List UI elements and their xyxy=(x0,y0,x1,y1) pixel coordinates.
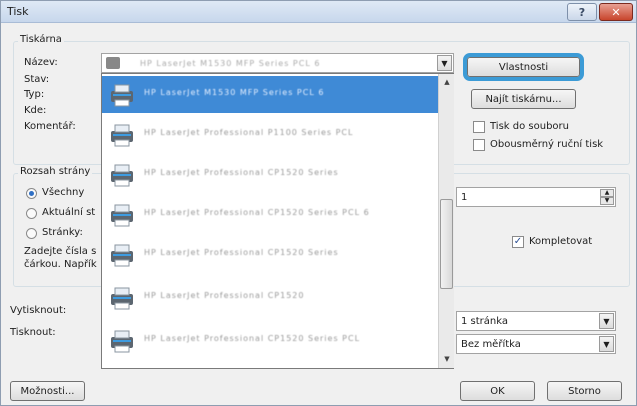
title-bar: Tisk ? ✕ xyxy=(1,1,636,23)
ok-button[interactable]: OK xyxy=(460,381,535,401)
spin-up-icon[interactable]: ▲ xyxy=(600,189,614,197)
type-label: Typ: xyxy=(24,89,45,100)
print-to-file-label: Tisk do souboru xyxy=(490,121,569,132)
range-pages-label: Stránky: xyxy=(42,227,83,238)
printer-list-item[interactable]: HP LaserJet M1530 MFP Series PCL 6 xyxy=(102,76,438,113)
printer-icon xyxy=(108,201,136,229)
range-current-radio[interactable] xyxy=(26,208,37,219)
spin-down-icon[interactable]: ▼ xyxy=(600,197,614,205)
help-button[interactable]: ? xyxy=(567,3,597,21)
print-dialog: Tisk ? ✕ Tiskárna Název: Stav: Typ: Kde:… xyxy=(0,0,637,406)
manual-duplex-checkbox[interactable] xyxy=(473,139,485,151)
comment-label: Komentář: xyxy=(24,121,76,132)
print-to-file-checkbox[interactable] xyxy=(473,121,485,133)
printer-icon xyxy=(108,81,136,109)
print-what-label: Vytisknout: xyxy=(10,305,67,316)
chevron-down-icon[interactable]: ▼ xyxy=(599,313,614,329)
manual-duplex-label: Obousměrný ruční tisk xyxy=(490,139,604,150)
status-label: Stav: xyxy=(24,74,50,85)
copies-input[interactable]: 1 ▲ ▼ xyxy=(456,187,616,207)
range-all-label: Všechny xyxy=(42,187,85,198)
cancel-button[interactable]: Storno xyxy=(547,381,622,401)
range-pages-radio[interactable] xyxy=(26,228,37,239)
printer-list-item[interactable]: HP LaserJet Professional CP1520 Series P… xyxy=(102,196,438,233)
range-hint-line2: čárkou. Napřík xyxy=(24,259,97,270)
printer-name-combo[interactable]: HP LaserJet M1530 MFP Series PCL 6 ▼ xyxy=(101,53,454,73)
printer-group-label: Tiskárna xyxy=(18,34,64,45)
options-button[interactable]: Možnosti... xyxy=(10,381,85,401)
printer-icon xyxy=(108,327,136,355)
pages-per-sheet-value: 1 stránka xyxy=(461,315,508,327)
printer-list-item[interactable]: HP LaserJet Professional CP1520 Series xyxy=(102,236,438,273)
print-label: Tisknout: xyxy=(10,327,56,338)
printer-dropdown-list[interactable]: HP LaserJet M1530 MFP Series PCL 6 HP La… xyxy=(101,73,454,369)
printer-icon xyxy=(108,161,136,189)
properties-button[interactable]: Vlastnosti xyxy=(463,53,584,81)
chevron-down-icon[interactable]: ▼ xyxy=(437,55,452,71)
printer-list-item[interactable]: HP LaserJet Professional CP1520 xyxy=(102,279,438,316)
close-button[interactable]: ✕ xyxy=(599,3,633,21)
collate-label: Kompletovat xyxy=(529,236,593,247)
printer-icon xyxy=(108,284,136,312)
printer-combo-icon xyxy=(106,57,120,69)
where-label: Kde: xyxy=(24,105,47,116)
printer-list-item[interactable]: HP LaserJet Professional P1100 Series PC… xyxy=(102,116,438,153)
scaling-combo[interactable]: Bez měřítka ▼ xyxy=(456,334,616,354)
range-hint-line1: Zadejte čísla s xyxy=(24,246,97,257)
page-range-group-label: Rozsah strány xyxy=(18,166,93,177)
printer-list-item[interactable]: HP LaserJet Professional CP1520 Series P… xyxy=(102,322,438,359)
printer-icon xyxy=(108,121,136,149)
printer-combo-value: HP LaserJet M1530 MFP Series PCL 6 xyxy=(140,58,321,68)
scroll-down-icon[interactable]: ▼ xyxy=(439,351,455,367)
scroll-up-icon[interactable]: ▲ xyxy=(439,74,455,90)
find-printer-button[interactable]: Najít tiskárnu... xyxy=(471,89,576,109)
copies-value: 1 xyxy=(461,191,468,203)
printer-list-scrollbar[interactable]: ▲ ▼ xyxy=(438,74,454,368)
range-current-label: Aktuální st xyxy=(42,207,96,218)
scroll-thumb[interactable] xyxy=(440,199,453,289)
range-all-radio[interactable] xyxy=(26,188,37,199)
scaling-value: Bez měřítka xyxy=(461,338,521,350)
pages-per-sheet-combo[interactable]: 1 stránka ▼ xyxy=(456,311,616,331)
collate-checkbox[interactable]: ✓ xyxy=(512,236,524,248)
name-label: Název: xyxy=(24,57,58,68)
window-title: Tisk xyxy=(7,5,29,18)
chevron-down-icon[interactable]: ▼ xyxy=(599,336,614,352)
printer-icon xyxy=(108,241,136,269)
printer-list-item[interactable]: HP LaserJet Professional CP1520 Series xyxy=(102,156,438,193)
